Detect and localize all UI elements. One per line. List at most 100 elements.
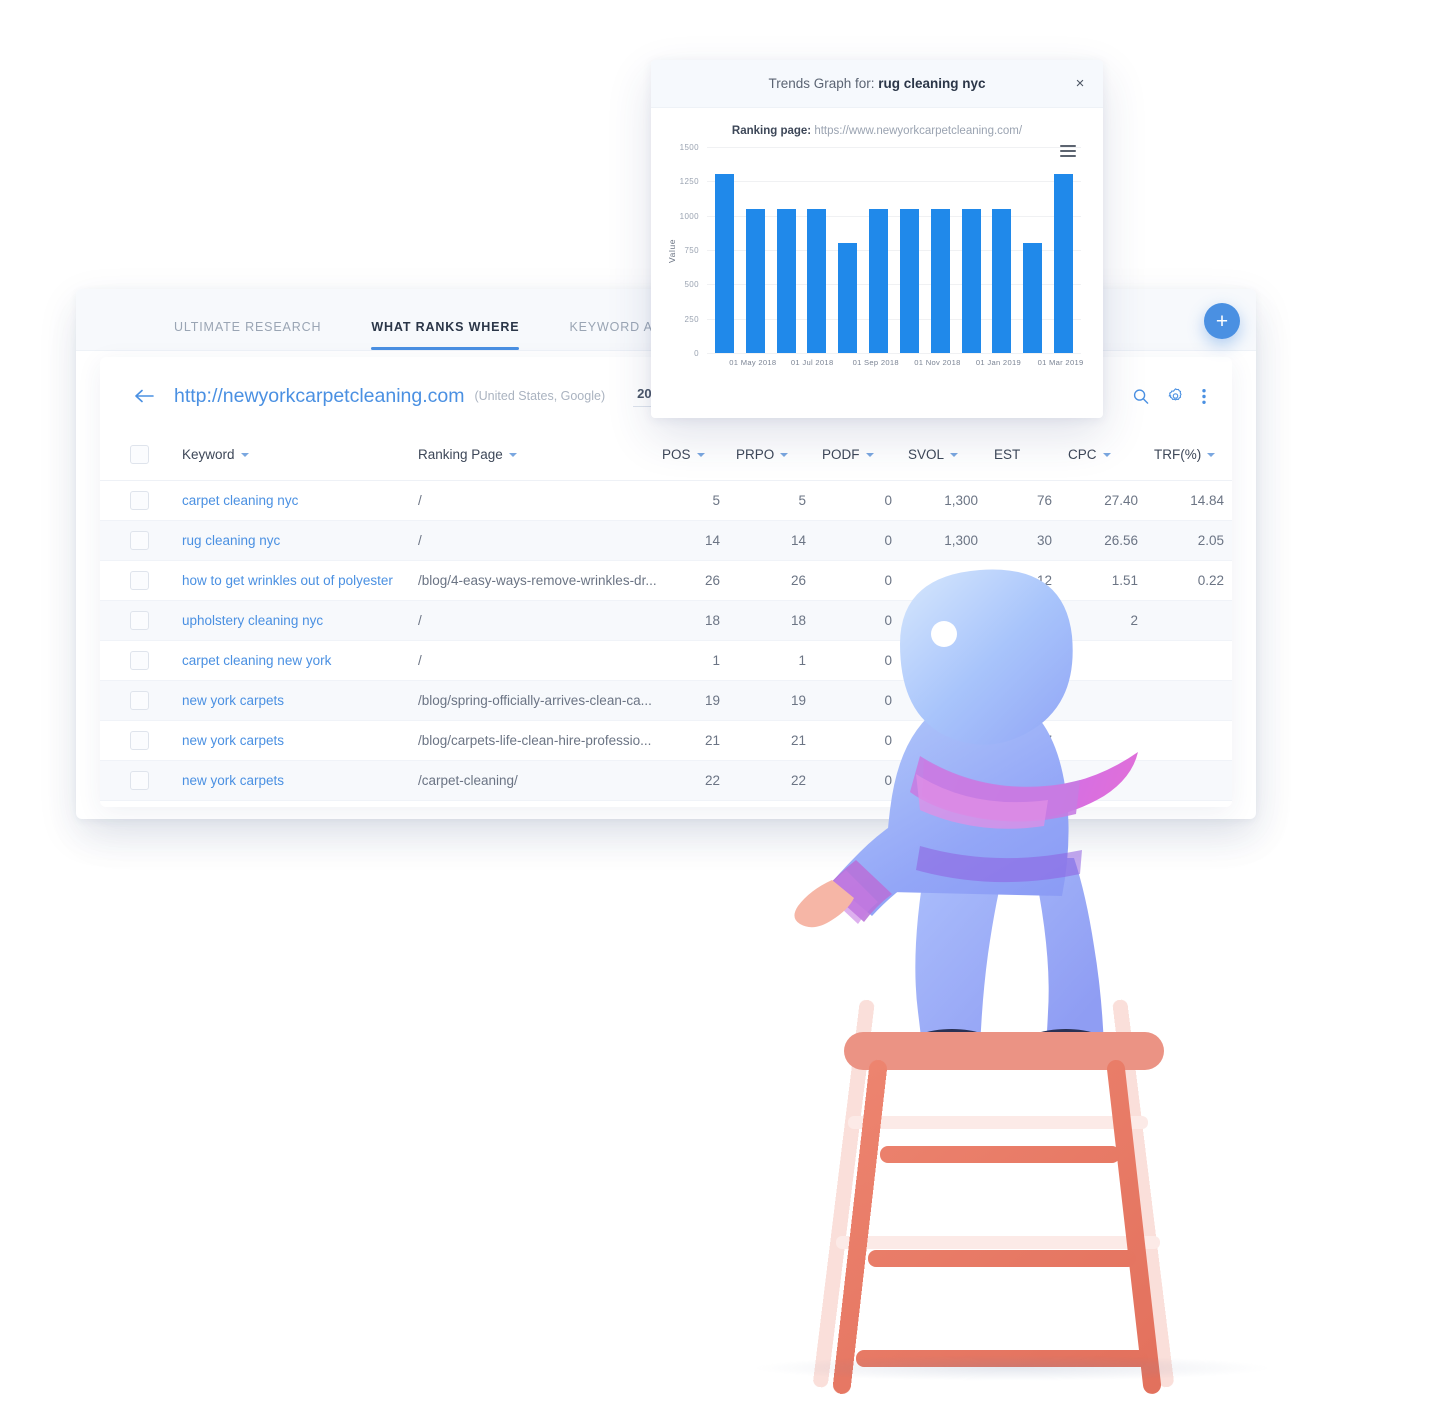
more-vertical-icon[interactable] [1202,388,1206,404]
row-ranking-page: /blog/carpets-life-clean-hire-professio.… [418,733,652,748]
row-cpc-cell: 27.40 [1068,481,1154,521]
table-row[interactable]: carpet cleaning nyc / 5 5 0 1,300 76 27.40 14.84… [100,481,1232,521]
row-ranking-page-cell: /blog/carpets-life-clean-hire-professio.… [418,721,662,761]
row-pos-cell: 21 [662,721,736,761]
modal-header: Trends Graph for: rug cleaning nyc × [651,60,1103,108]
row-select-cell [100,641,182,681]
th-keyword[interactable]: Keyword [182,435,418,481]
tab-ultimate-research[interactable]: ULTIMATE RESEARCH [174,320,321,350]
row-keyword[interactable]: how to get wrinkles out of polyester [182,573,393,588]
chart-bar[interactable] [714,174,734,353]
select-all-checkbox[interactable] [130,445,149,464]
th-podf-label: PODF [822,447,860,462]
row-keyword[interactable]: carpet cleaning new york [182,653,331,668]
th-svol[interactable]: SVOL [908,435,994,481]
row-checkbox[interactable] [130,651,149,670]
chart-bar[interactable] [807,208,827,353]
th-ranking-page-label: Ranking Page [418,447,503,462]
close-icon[interactable]: × [1069,73,1091,95]
row-cpc: 26.56 [1104,533,1138,548]
row-ranking-page: / [418,653,422,668]
row-checkbox[interactable] [130,491,149,510]
ladder-rung-2 [868,1250,1136,1267]
chevron-down-icon [1207,452,1216,457]
row-ranking-page: /carpet-cleaning/ [418,773,518,788]
chevron-down-icon [1102,452,1111,457]
chart-bar[interactable] [930,208,950,353]
row-cpc: 27.40 [1104,493,1138,508]
row-est: 30 [1036,533,1052,548]
chart-gridline [707,353,1081,354]
row-trf: 14.84 [1190,493,1224,508]
row-keyword[interactable]: carpet cleaning nyc [182,493,298,508]
chart-y-tick: 750 [684,246,699,255]
row-checkbox[interactable] [130,771,149,790]
row-keyword-cell: new york carpets [182,761,418,801]
row-pos: 19 [704,693,720,708]
row-prpo: 14 [790,533,806,548]
th-est[interactable]: EST [994,435,1068,481]
chevron-down-icon [508,452,517,457]
trends-modal: Trends Graph for: rug cleaning nyc × Ran… [651,60,1103,418]
row-keyword[interactable]: rug cleaning nyc [182,533,280,548]
gear-icon[interactable] [1167,388,1184,405]
back-arrow-icon[interactable] [132,383,158,409]
row-trf-cell: 14.84 [1154,481,1232,521]
row-checkbox[interactable] [130,691,149,710]
mascot-ladder-svg [794,569,1174,1394]
th-cpc-label: CPC [1068,447,1097,462]
row-svol-cell: 1,300 [908,481,994,521]
modal-title-prefix: Trends Graph for: [768,76,879,91]
row-svol: 1,300 [944,533,978,548]
tab-what-ranks-where[interactable]: WHAT RANKS WHERE [371,320,520,350]
ranking-page-label: Ranking page: [731,125,812,137]
th-pos[interactable]: POS [662,435,736,481]
th-cpc[interactable]: CPC [1068,435,1154,481]
th-podf[interactable]: PODF [822,435,908,481]
chart-x-tick: 01 Jan 2019 [975,358,1022,367]
add-button[interactable]: + [1204,303,1240,339]
row-pos-cell: 13 [662,801,736,808]
chart-x-tick: 01 Sep 2018 [852,358,899,367]
row-ranking-page: / [418,533,422,548]
hamburger-menu-icon[interactable] [1060,145,1076,160]
chart-bar[interactable] [838,243,858,353]
row-keyword[interactable]: upholstery cleaning nyc [182,613,323,628]
row-checkbox[interactable] [130,731,149,750]
search-icon[interactable] [1133,388,1149,404]
th-prpo-label: PRPO [736,447,775,462]
th-ranking-page[interactable]: Ranking Page [418,435,662,481]
chart-bar[interactable] [745,208,765,353]
row-checkbox[interactable] [130,611,149,630]
table-row[interactable]: rug cleaning nyc/141401,3003026.562.050.… [100,520,1232,561]
row-podf-cell: 0 [822,481,908,521]
row-keyword[interactable]: new york carpets [182,693,284,708]
ladder-rung-1 [880,1146,1120,1163]
chart-bar[interactable] [1023,243,1043,353]
chart-bar[interactable] [869,208,889,353]
site-locale: (United States, Google) [474,389,606,403]
chart-bar[interactable] [961,208,981,353]
modal-title-keyword: rug cleaning nyc [878,76,986,91]
chart-bar[interactable] [1054,174,1074,353]
th-prpo[interactable]: PRPO [736,435,822,481]
row-est-cell: 76 [994,481,1068,521]
site-url[interactable]: http://newyorkcarpetcleaning.com [174,385,464,408]
screen: ULTIMATE RESEARCH WHAT RANKS WHERE KEYWO… [0,0,1442,1402]
row-checkbox[interactable] [130,531,149,550]
row-ranking-page: /blog/4-easy-ways-remove-wrinkles-dr... [418,573,657,588]
row-keyword-cell: carpet cleaning new york [182,641,418,681]
chart-bar[interactable] [992,208,1012,353]
th-trf[interactable]: TRF(%) [1154,435,1232,481]
table-header-row: Keyword Ranking Page POS PRPO PODF SVOL … [100,435,1232,481]
chart-bar[interactable] [899,208,919,353]
chart-bar[interactable] [776,208,796,353]
row-podf: 0 [884,493,892,508]
chart-y-tick: 0 [694,349,699,358]
row-keyword[interactable]: new york carpets [182,773,284,788]
row-checkbox[interactable] [130,571,149,590]
row-pos-cell: 19 [662,681,736,721]
row-ranking-page: / [418,493,422,508]
row-pos-cell: 26 [662,561,736,601]
row-keyword[interactable]: new york carpets [182,733,284,748]
